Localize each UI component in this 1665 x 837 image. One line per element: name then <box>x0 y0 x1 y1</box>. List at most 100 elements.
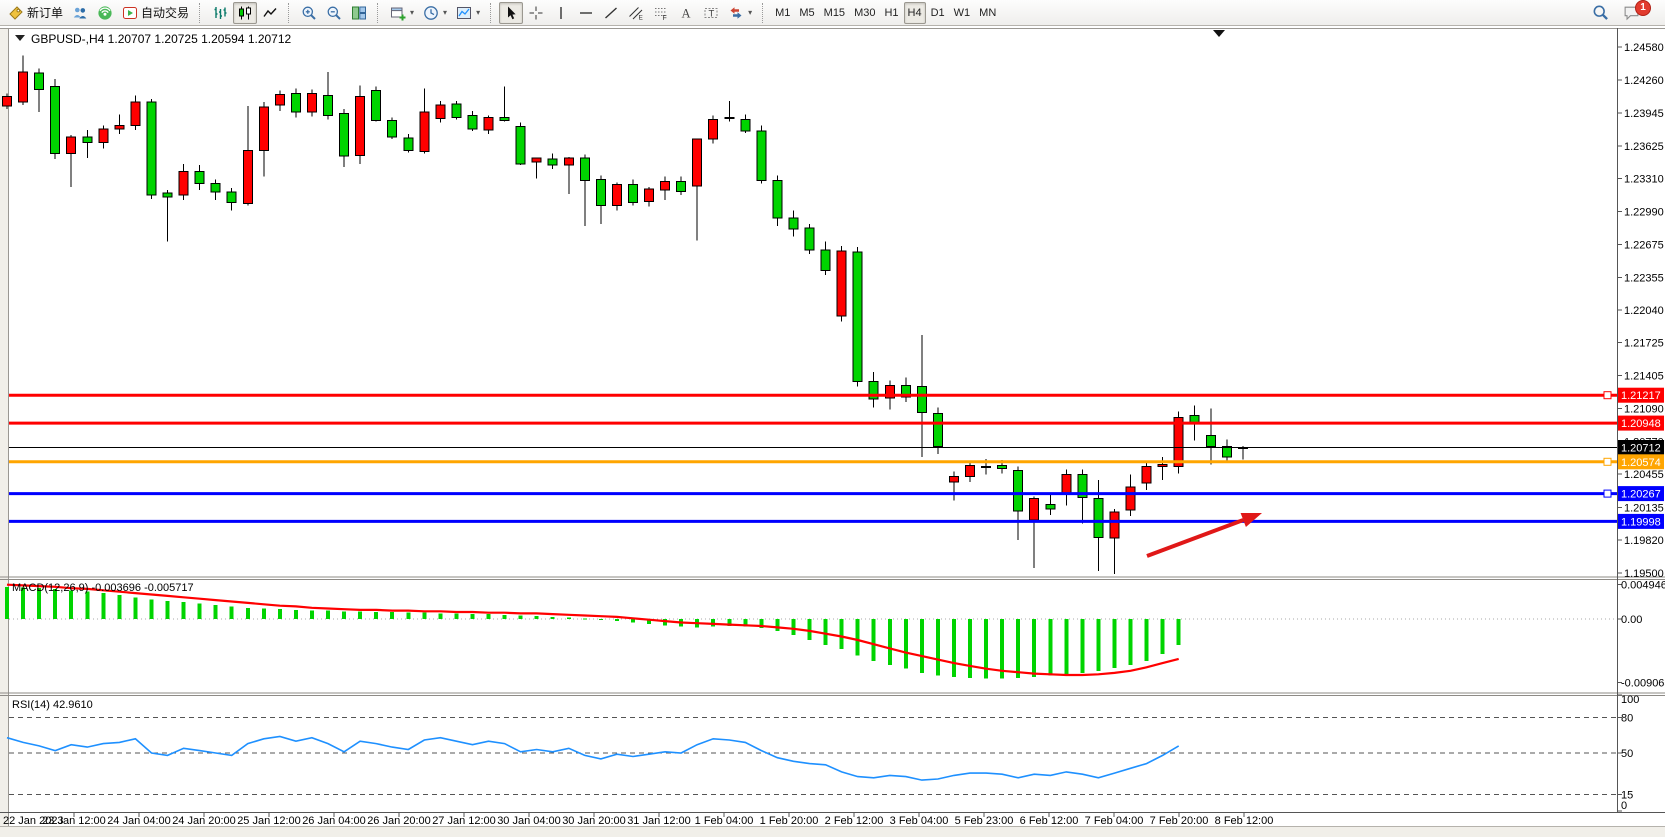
dropdown-arrow-icon[interactable]: ▾ <box>443 8 447 17</box>
new-chart-button[interactable]: ▾ <box>386 2 418 24</box>
svg-text:0.00: 0.00 <box>1621 614 1642 626</box>
macd-bar <box>840 619 844 649</box>
dropdown-arrow-icon[interactable]: ▾ <box>748 8 752 17</box>
svg-text:1.23625: 1.23625 <box>1624 141 1664 153</box>
macd-bar <box>246 608 250 619</box>
zoom-out-button[interactable] <box>322 2 346 24</box>
macd-bar <box>85 592 89 619</box>
timeframe-m5[interactable]: M5 <box>795 2 818 24</box>
svg-text:1.19998: 1.19998 <box>1621 516 1661 528</box>
macd-bar <box>856 619 860 655</box>
svg-text:50: 50 <box>1621 748 1633 760</box>
svg-text:1.21405: 1.21405 <box>1624 371 1664 383</box>
channel-icon: E <box>628 5 644 21</box>
cursor-button[interactable] <box>499 2 523 24</box>
timeframe-mn-label: MN <box>979 7 996 19</box>
signals-button[interactable] <box>93 2 117 24</box>
svg-text:1.24580: 1.24580 <box>1624 42 1664 54</box>
candle <box>516 123 525 165</box>
macd-bar <box>294 610 298 619</box>
trendline-button[interactable] <box>599 2 623 24</box>
timeframe-w1[interactable]: W1 <box>950 2 975 24</box>
crosshair-button[interactable] <box>524 2 548 24</box>
fibonacci-button[interactable]: F <box>649 2 673 24</box>
price-badge: 1.20712 <box>1618 440 1664 455</box>
search-button[interactable] <box>1588 2 1613 24</box>
line-handle[interactable] <box>1604 392 1611 399</box>
toolbar-group-zooming <box>297 2 371 24</box>
timeframe-h1[interactable]: H1 <box>880 2 902 24</box>
svg-text:1.24260: 1.24260 <box>1624 75 1664 87</box>
macd-bar <box>422 613 426 619</box>
candle <box>853 247 862 387</box>
macd-bar <box>310 611 314 619</box>
periods-button[interactable]: ▾ <box>419 2 451 24</box>
macd-bar <box>262 609 266 620</box>
tile-windows-button[interactable] <box>347 2 371 24</box>
svg-text:1.23945: 1.23945 <box>1624 108 1664 120</box>
community-button[interactable] <box>68 2 92 24</box>
toolbar-group-timeframes: M1M5M15M30H1 H4 D1W1 MN <box>771 2 1000 24</box>
line-handle[interactable] <box>1604 490 1611 497</box>
horizontal-line-button[interactable] <box>574 2 598 24</box>
timeframe-m30[interactable]: M30 <box>850 2 879 24</box>
zoom-in-icon <box>301 5 317 21</box>
auto-trading-button[interactable]: 自动交易 <box>118 2 193 24</box>
templates-button[interactable]: ▾ <box>452 2 484 24</box>
period-clock-icon <box>423 5 439 21</box>
svg-text:1.21725: 1.21725 <box>1624 338 1664 350</box>
toolbar-group-objects: EFAT ▾ <box>499 2 756 24</box>
text-label-button[interactable]: T <box>699 2 723 24</box>
macd-bar <box>117 595 121 619</box>
macd-bar <box>214 605 218 619</box>
svg-text:1.20455: 1.20455 <box>1624 469 1664 481</box>
timeframe-m15[interactable]: M15 <box>820 2 849 24</box>
timeframe-h4-label: H4 <box>908 7 922 19</box>
macd-bar <box>454 613 458 619</box>
search-icon <box>1592 4 1609 21</box>
dropdown-arrow-icon[interactable]: ▾ <box>476 8 480 17</box>
toolbar-separator <box>199 3 204 23</box>
macd-bar <box>808 619 812 640</box>
svg-text:100: 100 <box>1621 694 1639 706</box>
svg-text:-0.009065: -0.009065 <box>1621 678 1665 690</box>
macd-bar <box>1096 619 1100 671</box>
macd-bar <box>406 613 410 619</box>
macd-bar <box>166 601 170 619</box>
macd-bar <box>358 611 362 619</box>
new-order-tag-icon <box>8 5 24 21</box>
chart-canvas[interactable]: GBPUSD-,H4 1.20707 1.20725 1.20594 1.207… <box>0 26 1665 837</box>
timeframe-m1[interactable]: M1 <box>771 2 794 24</box>
macd-bar <box>69 590 73 619</box>
zoom-out-icon <box>326 5 342 21</box>
candlestick-chart-button[interactable] <box>233 2 257 24</box>
price-badge: 1.20574 <box>1618 454 1664 469</box>
tile-windows-icon <box>351 5 367 21</box>
svg-text:27 Jan 12:00: 27 Jan 12:00 <box>432 815 496 827</box>
vertical-line-button[interactable] <box>549 2 573 24</box>
svg-text:80: 80 <box>1621 713 1633 725</box>
equidistant-channel-button[interactable]: E <box>624 2 648 24</box>
dropdown-arrow-icon[interactable]: ▾ <box>410 8 414 17</box>
zoom-in-button[interactable] <box>297 2 321 24</box>
new-order-button[interactable]: 新订单 <box>4 2 67 24</box>
timeframe-h4[interactable]: H4 <box>904 2 926 24</box>
autotrading-icon <box>122 5 138 21</box>
svg-text:24 Jan 04:00: 24 Jan 04:00 <box>107 815 171 827</box>
svg-text:1.22990: 1.22990 <box>1624 207 1664 219</box>
timeframe-mn[interactable]: MN <box>975 2 1000 24</box>
chat-button[interactable]: 1 <box>1619 2 1655 24</box>
arrows-button[interactable]: ▾ <box>724 2 756 24</box>
macd-bar <box>1113 619 1117 668</box>
svg-text:1.22040: 1.22040 <box>1624 305 1664 317</box>
macd-bar <box>326 611 330 619</box>
macd-bar <box>872 619 876 661</box>
toolbar-separator <box>377 3 382 23</box>
macd-bar <box>374 612 378 619</box>
svg-text:GBPUSD-,H4 1.20707 1.20725 1.: GBPUSD-,H4 1.20707 1.20725 1.20594 1.207… <box>31 32 292 46</box>
line-chart-button[interactable] <box>258 2 282 24</box>
text-button[interactable]: A <box>674 2 698 24</box>
timeframe-d1[interactable]: D1 <box>927 2 949 24</box>
bar-chart-button[interactable] <box>208 2 232 24</box>
line-handle[interactable] <box>1604 458 1611 465</box>
